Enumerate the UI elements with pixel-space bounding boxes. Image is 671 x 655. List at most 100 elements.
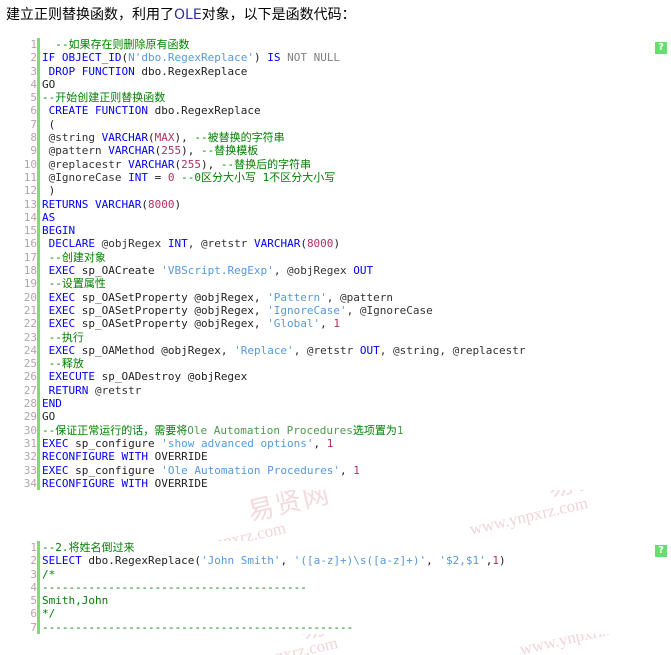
code-line-source[interactable]: */ — [42, 607, 671, 621]
code-token: EXEC — [48, 303, 76, 317]
code-line-source[interactable]: SELECT dbo.RegexReplace('John Smith', '(… — [42, 554, 671, 568]
code-line-source[interactable]: --2.将姓名倒过来 — [42, 541, 671, 555]
code-line-source[interactable]: RECONFIGURE WITH OVERRIDE — [42, 450, 671, 464]
code-token: ), — [174, 131, 195, 145]
code-line-source[interactable]: --开始创建正则替换函数 — [42, 91, 671, 105]
line-number: 9 — [0, 144, 37, 158]
code-token: 1 — [353, 463, 360, 477]
code-line-source[interactable]: CREATE FUNCTION dbo.RegexReplace — [42, 104, 671, 118]
code-token: --释放 — [48, 357, 84, 371]
line-number: 32 — [0, 450, 37, 464]
code-token: FUNCTION — [81, 64, 135, 78]
broken-image-icon[interactable]: ? — [655, 42, 667, 54]
line-number: 10 — [0, 157, 37, 171]
code-line-source[interactable]: @replacestr VARCHAR(255), --替换后的字符串 — [42, 157, 671, 171]
code-token: , @string, @replacestr — [379, 343, 526, 357]
code-token: RECONFIGURE — [42, 476, 115, 490]
code-line: 3 DROP FUNCTION dbo.RegexReplace — [0, 64, 671, 78]
code-line-source[interactable]: --执行 — [42, 330, 671, 344]
code-token: INT — [128, 170, 148, 184]
code-token: , — [320, 317, 334, 331]
code-token: --如果存在则删除原有函数 — [55, 38, 190, 51]
line-number: 16 — [0, 237, 37, 251]
code-token: 'Pattern' — [267, 290, 327, 304]
code-token: 1 — [396, 423, 404, 437]
code-token: , — [340, 463, 354, 477]
code-line: 10 @replacestr VARCHAR(255), --替换后的字符串 — [0, 157, 671, 171]
code-token: --被替换的字符串 — [194, 131, 285, 145]
code-token: sp_OASetProperty @objRegex, — [75, 290, 268, 304]
code-token: 'Replace' — [234, 343, 294, 357]
code-line-source[interactable]: RECONFIGURE WITH OVERRIDE — [42, 476, 671, 491]
code-line-source[interactable]: ) — [42, 184, 671, 198]
code-line-source[interactable]: EXEC sp_configure 'Ole Automation Proced… — [42, 463, 671, 477]
code-token: sp_configure — [68, 436, 162, 450]
code-token: INT — [167, 237, 188, 251]
code-line-source[interactable]: --保证正常运行的话，需要将Ole Automation Procedures选… — [42, 423, 671, 437]
code-token: END — [42, 397, 62, 411]
code-line-source[interactable]: --如果存在则删除原有函数 — [42, 38, 671, 52]
code-token: EXEC — [42, 463, 69, 477]
code-line: 4 GO — [0, 77, 671, 92]
code-line-source[interactable]: GO — [42, 410, 671, 424]
code-line-source[interactable]: /* — [42, 567, 671, 581]
code-line-source[interactable]: @pattern VARCHAR(255), --替换模板 — [42, 144, 671, 158]
code-token: dbo.RegexReplace( — [81, 554, 201, 568]
code-line: 5 --开始创建正则替换函数 — [0, 91, 671, 105]
line-number: 33 — [0, 463, 37, 477]
broken-image-icon[interactable]: ? — [655, 545, 667, 557]
code-line-source[interactable]: DROP FUNCTION dbo.RegexReplace — [42, 64, 671, 78]
code-line-source[interactable]: DECLARE @objRegex INT, @retstr VARCHAR(8… — [42, 237, 671, 251]
code-line-source[interactable]: --设置属性 — [42, 277, 671, 291]
code-line-source[interactable]: ( — [42, 117, 671, 132]
code-token: GO — [42, 77, 56, 91]
code-line-source[interactable]: IF OBJECT_ID(N'dbo.RegexReplace') IS NOT… — [42, 51, 671, 65]
code-line: 2 SELECT dbo.RegexReplace('John Smith', '… — [0, 554, 671, 568]
code-line-source[interactable]: RETURN @retstr — [42, 383, 671, 398]
code-line-source[interactable]: BEGIN — [42, 224, 671, 238]
code-line-source[interactable]: EXEC sp_OASetProperty @objRegex, 'Patter… — [42, 290, 671, 304]
code-line-source[interactable]: EXECUTE sp_OADestroy @objRegex — [42, 370, 671, 384]
line-number: 2 — [0, 554, 37, 568]
code-line-source[interactable]: RETURNS VARCHAR(8000) — [42, 197, 671, 211]
code-line: 22 EXEC sp_OASetProperty @objRegex, 'Glo… — [0, 317, 671, 331]
code-line: 26 EXECUTE sp_OADestroy @objRegex — [0, 370, 671, 384]
code-token: @pattern — [42, 144, 109, 158]
code-line-source[interactable]: ---------------------------------------- — [42, 580, 671, 595]
intro-text-after: 对象，以下是函数代码： — [201, 7, 356, 23]
code-line-source[interactable]: EXEC sp_configure 'show advanced options… — [42, 436, 671, 451]
code-token: 'show advanced options' — [161, 436, 314, 450]
code-line: 9 @pattern VARCHAR(255), --替换模板 — [0, 144, 671, 158]
code-token: , @objRegex — [273, 264, 354, 278]
code-token: RECONFIGURE — [42, 450, 115, 464]
code-line-source[interactable]: @string VARCHAR(MAX), --被替换的字符串 — [42, 131, 671, 145]
code-line: 7 ---------------------------------------… — [0, 620, 671, 635]
code-line: 1 --如果存在则删除原有函数 — [0, 38, 671, 52]
code-line-source[interactable]: EXEC sp_OASetProperty @objRegex, 'Ignore… — [42, 303, 671, 318]
code-line-source[interactable]: EXEC sp_OAMethod @objRegex, 'Replace', @… — [42, 343, 671, 358]
code-line-source[interactable]: AS — [42, 210, 671, 225]
code-token: IF — [42, 51, 56, 65]
code-token: VARCHAR — [94, 197, 142, 211]
code-line-source[interactable]: --释放 — [42, 357, 671, 371]
code-line-source[interactable]: EXEC sp_OASetProperty @objRegex, 'Global… — [42, 317, 671, 331]
code-line-source[interactable]: GO — [42, 77, 671, 92]
code-line-source[interactable]: --创建对象 — [42, 250, 671, 265]
code-line-source[interactable]: Smith,John — [42, 594, 671, 608]
code-block-2[interactable]: ? 1 --2.将姓名倒过来 2 SELECT dbo.RegexReplace('J… — [0, 541, 671, 635]
code-line: 19 --设置属性 — [0, 277, 671, 291]
code-line-source[interactable]: EXEC sp_OACreate 'VBScript.RegExp', @obj… — [42, 264, 671, 278]
code-line-source[interactable]: @IgnoreCase INT = 0 --0区分大小写 1不区分大小写 — [42, 170, 671, 185]
code-line-source[interactable]: END — [42, 397, 671, 411]
code-line: 3 /* — [0, 567, 671, 581]
code-token: DROP — [48, 64, 76, 78]
code-block-1[interactable]: ? 1 --如果存在则删除原有函数 2 IF OBJECT_ID(N'dbo.Reg… — [0, 38, 671, 491]
intro-highlight-ole: OLE — [174, 7, 202, 23]
code-token: ) — [253, 51, 261, 65]
code-line: 12 ) — [0, 184, 671, 198]
code-line-source[interactable]: ----------------------------------------… — [42, 620, 671, 635]
